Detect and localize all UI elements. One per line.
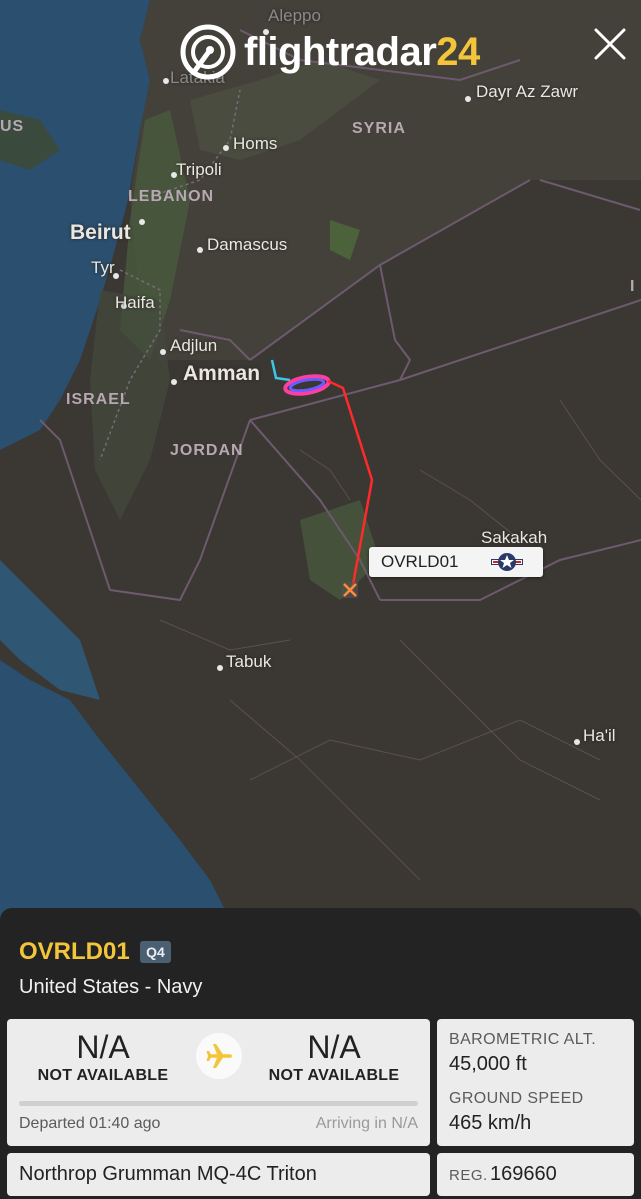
close-icon <box>594 28 626 60</box>
city-damascus: Damascus <box>207 235 288 254</box>
map-view[interactable]: Aleppo Latakia Homs Tripoli Dayr Az Zawr… <box>0 0 641 920</box>
departed-time: Departed 01:40 ago <box>19 1115 161 1132</box>
origin-airport: N/A NOT AVAILABLE <box>18 1029 188 1085</box>
city-tabuk: Tabuk <box>226 652 272 671</box>
radar-logo-icon <box>180 24 236 80</box>
reg-label: REG. <box>449 1167 488 1184</box>
baro-alt-label: BAROMETRIC ALT. <box>449 1031 597 1048</box>
ground-speed-value: 465 km/h <box>449 1112 532 1134</box>
flight-callsign: OVRLD01 <box>19 938 130 965</box>
city-beirut: Beirut <box>70 221 131 244</box>
aircraft-type-name: Northrop Grumman MQ-4C Triton <box>19 1163 317 1185</box>
destination-code: N/A <box>307 1029 361 1065</box>
country-syria: SYRIA <box>352 120 406 137</box>
destination-name: NOT AVAILABLE <box>268 1067 400 1084</box>
ground-speed-label: GROUND SPEED <box>449 1090 584 1107</box>
origin-code: N/A <box>76 1029 130 1065</box>
route-plane-badge <box>196 1033 242 1079</box>
close-button[interactable] <box>590 24 630 64</box>
city-adjlun: Adjlun <box>170 336 218 355</box>
city-homs: Homs <box>233 134 278 153</box>
altitude-speed-card[interactable]: BAROMETRIC ALT. 45,000 ft GROUND SPEED 4… <box>437 1019 634 1146</box>
city-haifa: Haifa <box>115 293 155 312</box>
flight-header: OVRLD01 Q4 <box>19 938 171 966</box>
flight-progress-bar <box>19 1101 418 1106</box>
country-partial-left: US <box>0 118 25 135</box>
route-card[interactable]: N/A NOT AVAILABLE N/A NOT AVAILABLE Depa… <box>7 1019 430 1146</box>
destination-airport: N/A NOT AVAILABLE <box>249 1029 419 1085</box>
city-tripoli: Tripoli <box>176 160 222 179</box>
flightradar24-logo: flightradar24 <box>180 20 480 84</box>
country-partial-right: I <box>630 278 636 295</box>
city-dayr-az-zawr: Dayr Az Zawr <box>476 82 579 101</box>
aircraft-type-card[interactable]: Northrop Grumman MQ-4C Triton <box>7 1153 430 1196</box>
country-israel: ISRAEL <box>66 391 131 408</box>
city-tyr: Tyr <box>91 258 115 277</box>
city-sakakah: Sakakah <box>481 528 548 547</box>
aircraft-callout[interactable]: OVRLD01 <box>369 547 543 577</box>
city-hail: Ha'il <box>583 726 616 745</box>
registration-card[interactable]: REG. 169660 <box>437 1153 634 1196</box>
reg-value: 169660 <box>490 1163 557 1185</box>
baro-alt-value: 45,000 ft <box>449 1053 527 1075</box>
airplane-icon <box>206 1044 232 1068</box>
aircraft-type-badge: Q4 <box>140 941 171 963</box>
country-jordan: JORDAN <box>170 442 244 459</box>
city-amman: Amman <box>183 362 261 385</box>
map-background <box>0 0 641 920</box>
origin-name: NOT AVAILABLE <box>37 1067 169 1084</box>
operator-name: United States - Navy <box>19 976 203 998</box>
us-roundel-icon <box>491 553 523 571</box>
flight-track <box>270 359 291 382</box>
arriving-time: Arriving in N/A <box>315 1115 418 1132</box>
callout-callsign: OVRLD01 <box>381 552 459 571</box>
aircraft-marker <box>342 582 358 598</box>
brand-name: flightradar24 <box>244 29 480 74</box>
country-lebanon: LEBANON <box>128 188 215 205</box>
red-sea <box>0 660 230 920</box>
